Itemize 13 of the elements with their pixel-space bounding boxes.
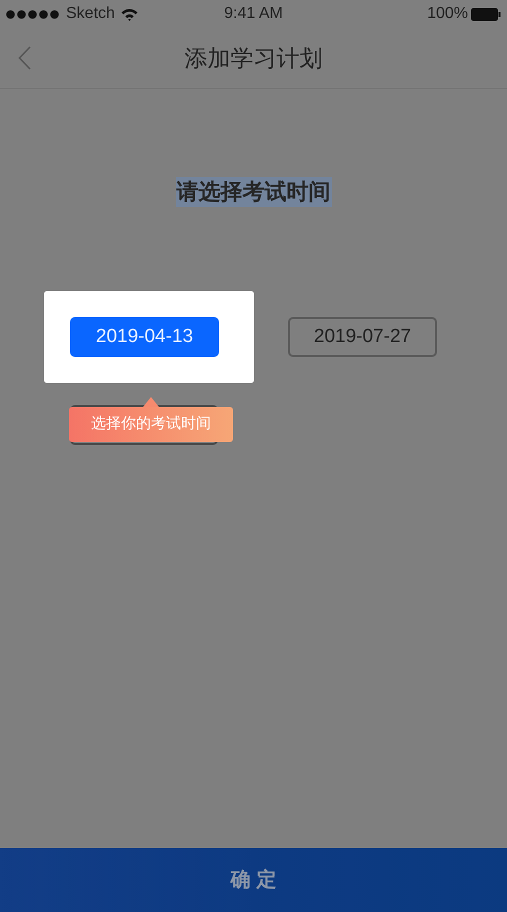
tooltip-text: 选择你的考试时间 (91, 414, 211, 434)
battery-percent: 100% (427, 4, 468, 24)
date-button[interactable]: 2019-07-27 (288, 317, 437, 357)
wifi-icon (120, 8, 138, 20)
confirm-button[interactable]: 确 定 (0, 848, 507, 912)
date-button[interactable]: 2019-04-13 (70, 317, 219, 357)
page-title: 添加学习计划 (184, 44, 322, 73)
battery-icon (470, 8, 501, 20)
carrier-label: Sketch (66, 4, 115, 24)
signal-icon (6, 10, 60, 18)
section-heading: 请选择考试时间 (176, 177, 332, 207)
clock-time: 9:41 AM (224, 4, 283, 24)
back-icon[interactable] (18, 46, 31, 70)
